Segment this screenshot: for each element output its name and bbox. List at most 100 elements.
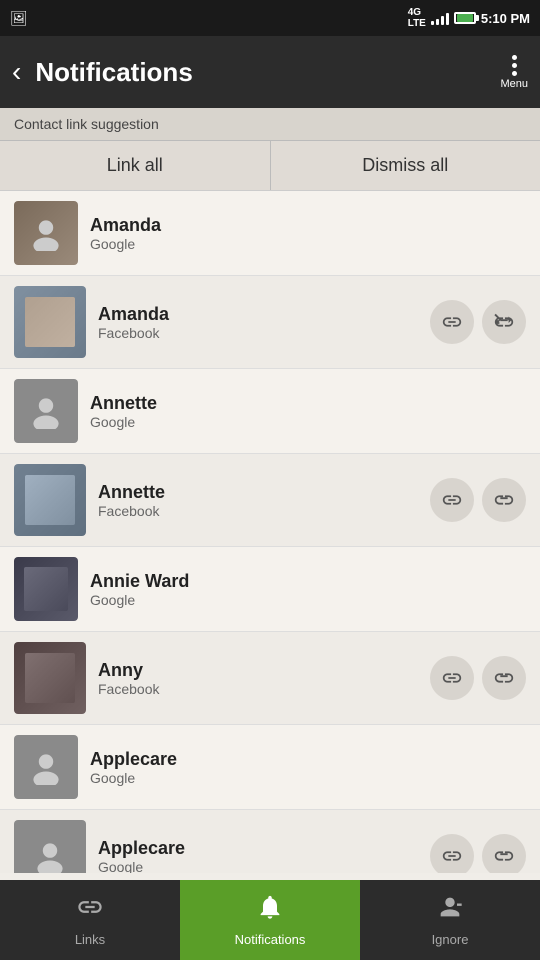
contact-source-4: Google — [90, 770, 526, 786]
app-icon: 🖼 — [10, 10, 28, 27]
link-all-button[interactable]: Link all — [0, 141, 271, 190]
unlink-button-3[interactable] — [482, 656, 526, 700]
suggestion-bar: Contact link suggestion — [0, 108, 540, 141]
nav-item-ignore[interactable]: Ignore — [360, 880, 540, 960]
signal-bars — [431, 11, 449, 25]
action-buttons-row: Link all Dismiss all — [0, 141, 540, 191]
link-actions-3 — [430, 656, 526, 700]
contact-row-main-1: Amanda Google — [0, 191, 540, 275]
person-icon-4-sub — [32, 838, 68, 873]
contact-info-3-sub: Anny Facebook — [98, 660, 430, 697]
lte-indicator: 4GLTE — [408, 7, 426, 29]
link-actions-4 — [430, 834, 526, 873]
person-icon-4 — [28, 749, 64, 785]
contact-info-2: Annette Google — [90, 393, 526, 430]
menu-dots-icon — [512, 55, 517, 76]
signal-bar-1 — [431, 21, 434, 25]
suggestion-label: Contact link suggestion — [14, 116, 159, 132]
contact-info-1-sub: Amanda Facebook — [98, 304, 430, 341]
contact-info-2-sub: Annette Facebook — [98, 482, 430, 519]
battery-fill — [457, 14, 473, 22]
contact-group-4: Applecare Google Applecare Google — [0, 725, 540, 873]
contact-source-3: Google — [90, 592, 526, 608]
status-bar: 🖼 4GLTE 5:10 PM — [0, 0, 540, 36]
ignore-label: Ignore — [432, 932, 469, 947]
contact-row-main-3: Annie Ward Google — [0, 547, 540, 631]
contact-name-4-sub: Applecare — [98, 838, 430, 859]
contact-group-2: Annette Google Annette Facebook — [0, 369, 540, 547]
contact-row-sub-4: Applecare Google — [0, 809, 540, 873]
contact-source-2: Google — [90, 414, 526, 430]
link-button-4[interactable] — [430, 834, 474, 873]
bell-icon — [256, 893, 284, 928]
avatar-anny-facebook — [14, 642, 86, 714]
link-icon — [441, 311, 463, 333]
unlink-button-2[interactable] — [482, 478, 526, 522]
contact-name-1: Amanda — [90, 215, 526, 236]
contact-name-1-sub: Amanda — [98, 304, 430, 325]
avatar-amanda-google — [14, 201, 78, 265]
contact-row-sub-1: Amanda Facebook — [0, 275, 540, 368]
bottom-nav: Links Notifications Ignore — [0, 880, 540, 960]
menu-button[interactable]: Menu — [500, 55, 528, 90]
avatar-placeholder-icon — [28, 215, 64, 251]
nav-item-links[interactable]: Links — [0, 880, 180, 960]
link-button-1[interactable] — [430, 300, 474, 344]
contact-source-1: Google — [90, 236, 526, 252]
contact-row-sub-3: Anny Facebook — [0, 631, 540, 724]
signal-bar-4 — [446, 13, 449, 25]
contact-name-4: Applecare — [90, 749, 526, 770]
ignore-icon — [436, 893, 464, 928]
avatar-applecare-google — [14, 735, 78, 799]
toolbar: ‹ Notifications Menu — [0, 36, 540, 108]
link-actions-2 — [430, 478, 526, 522]
person-icon-2 — [28, 393, 64, 429]
signal-bar-2 — [436, 19, 439, 25]
links-icon — [76, 893, 104, 928]
link-icon-4 — [441, 845, 463, 867]
link-icon-2 — [441, 489, 463, 511]
avatar-placeholder-4-sub — [14, 820, 86, 873]
notifications-label: Notifications — [235, 932, 306, 947]
contact-source-2-sub: Facebook — [98, 503, 430, 519]
links-label: Links — [75, 932, 105, 947]
contacts-list: Amanda Google Amanda Facebook — [0, 191, 540, 873]
contact-name-2: Annette — [90, 393, 526, 414]
contact-name-3-sub: Anny — [98, 660, 430, 681]
link-actions-1 — [430, 300, 526, 344]
battery-indicator — [454, 12, 476, 24]
nav-item-notifications[interactable]: Notifications — [180, 880, 360, 960]
contact-name-3: Annie Ward — [90, 571, 526, 592]
person-minus-icon — [436, 893, 464, 921]
contact-row-main-2: Annette Google — [0, 369, 540, 453]
unlink-button-4[interactable] — [482, 834, 526, 873]
contact-info-4: Applecare Google — [90, 749, 526, 786]
contact-source-1-sub: Facebook — [98, 325, 430, 341]
contact-name-2-sub: Annette — [98, 482, 430, 503]
unlink-icon-2 — [493, 489, 515, 511]
avatar-annette-google — [14, 379, 78, 443]
contact-source-3-sub: Facebook — [98, 681, 430, 697]
link-button-3[interactable] — [430, 656, 474, 700]
link-icon-3 — [441, 667, 463, 689]
page-title: Notifications — [35, 57, 500, 88]
contact-group-1: Amanda Google Amanda Facebook — [0, 191, 540, 369]
contact-info-3: Annie Ward Google — [90, 571, 526, 608]
avatar-annie-google — [14, 557, 78, 621]
unlink-icon-3 — [493, 667, 515, 689]
avatar-applecare-sub — [14, 820, 86, 873]
link-button-2[interactable] — [430, 478, 474, 522]
status-bar-left: 🖼 — [10, 10, 28, 27]
unlink-icon-4 — [493, 845, 515, 867]
contact-info-1: Amanda Google — [90, 215, 526, 252]
menu-label: Menu — [500, 78, 528, 90]
notification-bell-icon — [256, 893, 284, 921]
chain-link-icon — [76, 893, 104, 921]
back-button[interactable]: ‹ — [12, 58, 21, 86]
signal-bar-3 — [441, 16, 444, 25]
unlink-icon — [493, 311, 515, 333]
contact-row-sub-2: Annette Facebook — [0, 453, 540, 546]
dismiss-all-button[interactable]: Dismiss all — [271, 141, 540, 190]
contact-row-main-4: Applecare Google — [0, 725, 540, 809]
unlink-button-1[interactable] — [482, 300, 526, 344]
